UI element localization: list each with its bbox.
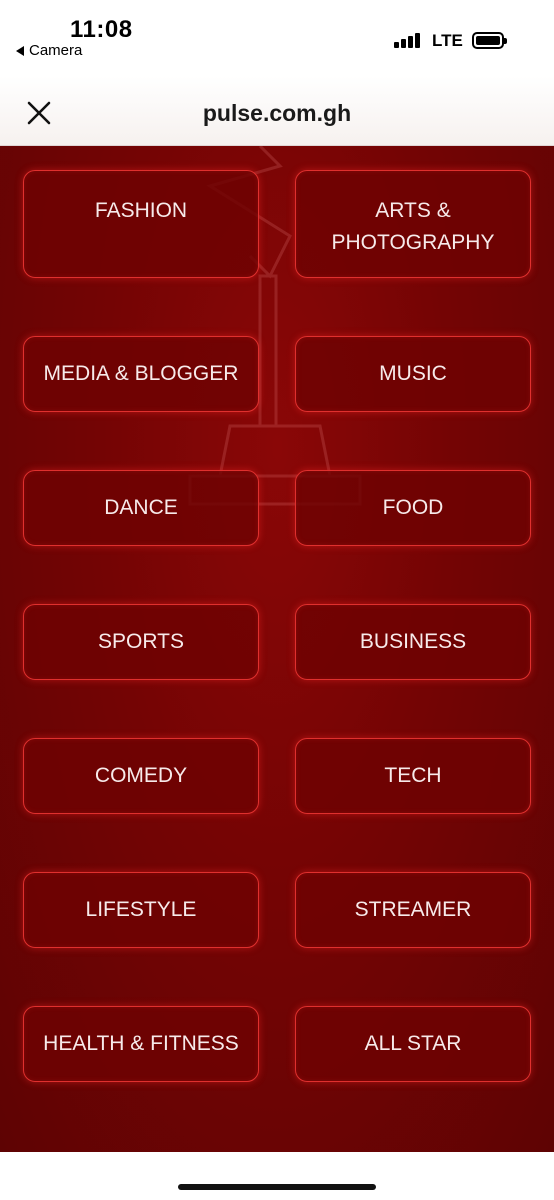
category-sports-button[interactable]: SPORTS <box>23 604 259 680</box>
network-label: LTE <box>432 31 463 50</box>
back-app-label: Camera <box>29 42 83 59</box>
category-fashion-button[interactable]: FASHION <box>23 170 259 278</box>
back-arrow-icon <box>16 45 24 56</box>
category-media-blogger-button[interactable]: MEDIA & BLOGGER <box>23 336 259 412</box>
home-indicator[interactable] <box>178 1184 376 1190</box>
category-comedy-button[interactable]: COMEDY <box>23 738 259 814</box>
category-business-button[interactable]: BUSINESS <box>295 604 531 680</box>
category-arts-photography-button[interactable]: ARTS & PHOTOGRAPHY <box>295 170 531 278</box>
category-panel: FASHION ARTS & PHOTOGRAPHY MEDIA & BLOGG… <box>0 146 554 1152</box>
status-bar: 11:08 Camera LTE <box>0 0 554 76</box>
category-food-button[interactable]: FOOD <box>295 470 531 546</box>
back-to-app-button[interactable]: Camera <box>16 42 82 59</box>
page-title: pulse.com.gh <box>202 100 352 126</box>
category-health-fitness-button[interactable]: HEALTH & FITNESS <box>23 1006 259 1082</box>
battery-icon <box>472 32 507 49</box>
signal-icon <box>394 32 424 48</box>
category-all-star-button[interactable]: ALL STAR <box>295 1006 531 1082</box>
status-time: 11:08 <box>70 16 133 43</box>
category-streamer-button[interactable]: STREAMER <box>295 872 531 948</box>
bottom-bar <box>0 1152 554 1200</box>
category-lifestyle-button[interactable]: LIFESTYLE <box>23 872 259 948</box>
category-music-button[interactable]: MUSIC <box>295 336 531 412</box>
category-dance-button[interactable]: DANCE <box>23 470 259 546</box>
category-grid: FASHION ARTS & PHOTOGRAPHY MEDIA & BLOGG… <box>23 170 531 1082</box>
browser-header: pulse.com.gh <box>0 76 554 146</box>
category-tech-button[interactable]: TECH <box>295 738 531 814</box>
